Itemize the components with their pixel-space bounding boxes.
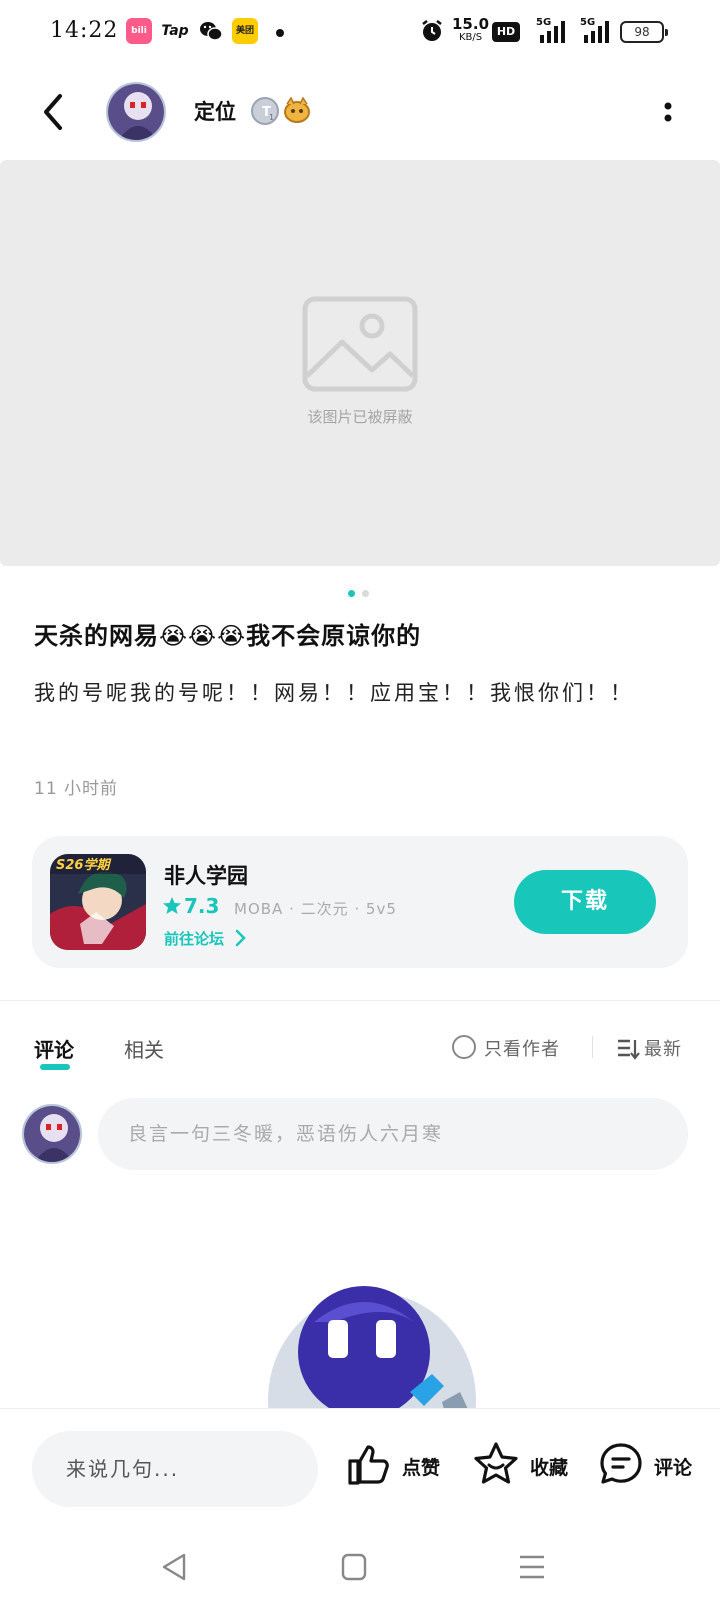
more-options-icon[interactable] [656, 98, 680, 128]
svg-text:1: 1 [269, 113, 274, 122]
comment-bubble-icon [600, 1443, 642, 1484]
my-avatar[interactable] [22, 1104, 82, 1164]
post-image-gallery[interactable]: 该图片已被屏蔽 [0, 160, 720, 566]
pagination-dot[interactable] [362, 590, 369, 597]
tab-related[interactable]: 相关 [124, 1034, 164, 1063]
comment-input[interactable]: 良言一句三冬暖，恶语伤人六月寒 [98, 1098, 688, 1170]
image-blocked-text: 该图片已被屏蔽 [307, 408, 413, 426]
net-speed: 15.0 KB/S [452, 15, 490, 44]
post-title: 天杀的网易😭😭😭我不会原谅你的 [34, 622, 422, 650]
tab-comments[interactable]: 评论 [34, 1034, 74, 1063]
battery-icon: 98 [620, 21, 668, 43]
comment-label: 评论 [654, 1457, 693, 1479]
filter-divider [592, 1036, 593, 1058]
alarm-icon [422, 20, 442, 41]
chevron-right-icon[interactable] [234, 929, 246, 947]
back-arrow-icon[interactable] [36, 90, 72, 134]
say-something-input[interactable]: 来说几句... [32, 1431, 318, 1507]
bottom-action-bar: 来说几句... 点赞 收藏 评论 [0, 1408, 720, 1520]
notification-dot-icon [276, 29, 284, 37]
post-header: 定位 T1 [0, 64, 720, 160]
hd-icon: HD [492, 22, 520, 42]
nav-recents-icon[interactable] [518, 1552, 546, 1582]
tab-active-indicator [40, 1064, 70, 1070]
post-timestamp: 11 小时前 [34, 779, 119, 799]
game-name[interactable]: 非人学园 [164, 860, 248, 890]
sort-latest-button[interactable]: 最新 [644, 1035, 682, 1061]
thumbs-up-icon [348, 1445, 389, 1485]
meituan-icon: 美团 [232, 18, 258, 44]
radio-icon[interactable] [452, 1035, 476, 1059]
image-placeholder-icon [302, 296, 418, 392]
status-bar: 14:22 bili Tap 美团 15.0 KB/S HD 5G 5G 98 [0, 0, 720, 64]
like-label: 点赞 [402, 1457, 441, 1479]
system-navigation-bar [0, 1530, 720, 1612]
go-to-forum-link[interactable]: 前往论坛 [164, 928, 224, 949]
game-card[interactable]: S26学期 非人学园 7.3 MOBA · 二次元 · 5v5 前往论坛 下载 [32, 836, 688, 968]
empty-state-mascot [264, 1282, 486, 1408]
section-divider [0, 1000, 720, 1001]
star-icon [163, 897, 181, 914]
sort-icon[interactable] [616, 1038, 640, 1060]
wechat-icon [198, 18, 224, 44]
game-icon[interactable]: S26学期 [50, 854, 146, 950]
nav-back-icon[interactable] [160, 1552, 188, 1582]
signal-icon: 5G [580, 17, 612, 49]
status-time: 14:22 [50, 18, 119, 43]
star-outline-icon [474, 1442, 518, 1484]
nav-home-icon[interactable] [340, 1552, 368, 1582]
author-name[interactable]: 定位 [194, 96, 236, 126]
game-tags: MOBA · 二次元 · 5v5 [234, 900, 397, 918]
signal-icon: 5G [536, 17, 568, 49]
pagination-dot-active[interactable] [348, 590, 355, 597]
game-rating: 7.3 [184, 894, 220, 918]
favorite-label: 收藏 [530, 1457, 569, 1479]
bilibili-icon: bili [126, 18, 152, 44]
post-body: 我的号呢我的号呢！！网易！！应用宝！！我恨你们！！ [34, 681, 634, 705]
author-avatar[interactable] [106, 82, 166, 142]
download-button[interactable]: 下载 [514, 870, 656, 934]
author-only-label: 只看作者 [484, 1039, 560, 1060]
level-badge-icon: T1 [251, 97, 279, 125]
game-icon-label: S26学期 [56, 857, 111, 873]
tap-icon: Tap [161, 23, 189, 39]
medal-badge-icon [284, 96, 310, 123]
